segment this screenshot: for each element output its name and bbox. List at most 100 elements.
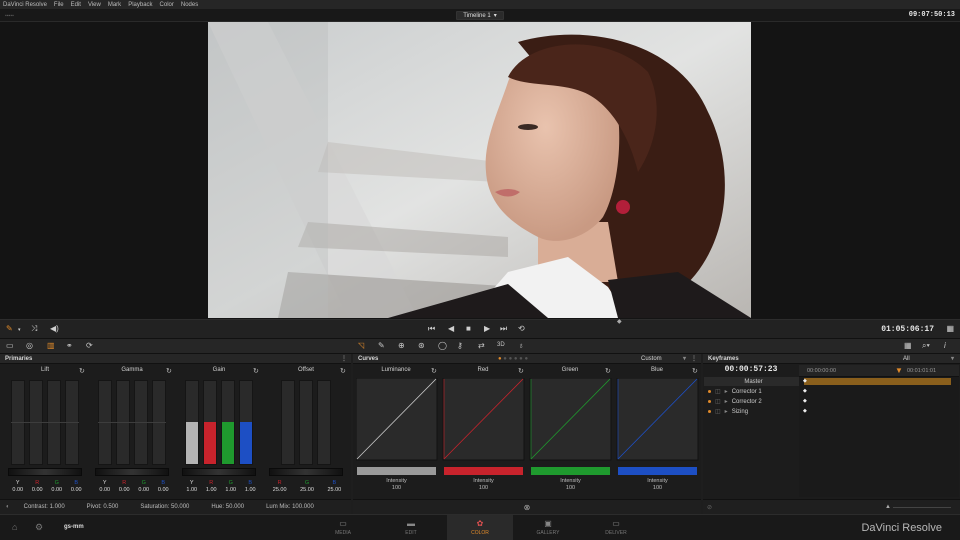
menu-edit[interactable]: Edit — [71, 2, 81, 8]
kf-row-corrector-1[interactable]: ◫ ▸ Corrector 1 — [704, 387, 799, 396]
qualifier-icon[interactable]: ✎ — [378, 341, 385, 350]
more-icon[interactable]: ⋮ — [691, 355, 697, 362]
offset-bar-b[interactable] — [317, 380, 331, 465]
speaker-icon[interactable]: ◀) — [50, 324, 59, 333]
more-icon[interactable]: ⋮ — [341, 355, 347, 362]
nav-deliver[interactable]: ▭ DELIVER — [583, 515, 649, 540]
menu-color[interactable]: Color — [160, 2, 174, 8]
expand-icon[interactable]: ▸ — [725, 408, 728, 415]
skip-forward-icon[interactable]: ⏭ — [500, 324, 507, 334]
grid-view-icon[interactable]: ▦ — [904, 341, 912, 350]
reset-gamma-icon[interactable]: ↻ — [166, 367, 172, 375]
menu-app[interactable]: DaVinci Resolve — [3, 2, 47, 8]
link-icon[interactable]: ⊗ — [524, 503, 531, 512]
nav-gallery[interactable]: ▣ GALLERY — [515, 515, 581, 540]
gear-icon[interactable]: ⚙ — [35, 522, 43, 533]
menu-nodes[interactable]: Nodes — [181, 2, 198, 8]
red-curve[interactable] — [442, 378, 525, 475]
play-icon[interactable]: ▶ — [484, 324, 490, 333]
lock-icon[interactable]: ◫ — [715, 398, 721, 405]
saturation-control[interactable]: Saturation: 50.000 — [140, 504, 189, 510]
blur-icon[interactable]: ◯ — [438, 341, 447, 350]
page-dots[interactable]: ● ● ● ● ● ● — [498, 356, 528, 362]
reset-lift-icon[interactable]: ↻ — [79, 367, 85, 375]
info-icon[interactable]: i — [944, 341, 946, 350]
tracker-icon[interactable]: ⊛ — [418, 341, 425, 350]
gain-bar-y[interactable] — [185, 380, 199, 465]
chevron-down-icon[interactable]: ▾ — [951, 355, 954, 362]
camera-icon[interactable]: ▭ — [6, 341, 14, 350]
zoom-slider-icon[interactable]: ▲ — [885, 504, 891, 510]
menu-file[interactable]: File — [54, 2, 64, 8]
playhead-marker-icon[interactable]: ◆ — [617, 318, 622, 325]
shuffle-icon[interactable]: ⤨ — [31, 324, 37, 334]
playhead-icon[interactable]: ▼ — [895, 366, 903, 375]
reset-red-icon[interactable]: ↻ — [518, 367, 524, 375]
gain-bar-b[interactable] — [239, 380, 253, 465]
keyframe-marker-corrector-2[interactable]: ◆ — [803, 398, 807, 404]
gamma-master-slider[interactable] — [95, 468, 169, 476]
kf-row-corrector-2[interactable]: ◫ ▸ Corrector 2 — [704, 397, 799, 406]
nav-media[interactable]: ▭ MEDIA — [310, 515, 376, 540]
expand-icon[interactable]: ▸ — [725, 398, 728, 405]
keyframe-marker-corrector-1[interactable]: ◆ — [803, 388, 807, 394]
nav-color[interactable]: ✿ COLOR — [447, 515, 513, 540]
chevron-down-icon[interactable]: ▾ — [683, 355, 686, 362]
expand-icon[interactable]: ▸ — [725, 388, 728, 395]
skip-back-icon[interactable]: ⏮ — [428, 324, 435, 334]
curves-mode-select[interactable]: Custom — [641, 356, 662, 362]
gain-master-slider[interactable] — [182, 468, 256, 476]
menu-playback[interactable]: Playback — [128, 2, 152, 8]
offset-bar-g[interactable] — [299, 380, 313, 465]
color-wheels-icon[interactable]: ◎ — [26, 341, 33, 350]
refresh-icon[interactable]: ⟳ — [86, 341, 93, 350]
pivot-control[interactable]: Pivot: 0.500 — [87, 504, 119, 510]
curves-icon[interactable]: ◹ — [358, 341, 364, 350]
stop-icon[interactable]: ■ — [466, 324, 471, 333]
nav-edit[interactable]: ▬ EDIT — [378, 515, 444, 540]
reset-offset-icon[interactable]: ↻ — [340, 367, 346, 375]
blue-curve[interactable] — [616, 378, 699, 475]
grid-icon[interactable]: ▦ — [946, 324, 954, 333]
offset-bar-r[interactable] — [281, 380, 295, 465]
key-icon[interactable]: ⚷ — [457, 341, 463, 350]
play-reverse-icon[interactable]: ◀ — [448, 324, 454, 333]
home-icon[interactable]: ⌂ — [12, 522, 17, 532]
keyframes-filter-select[interactable]: All — [903, 356, 910, 362]
sizing-icon[interactable]: ⇄ — [478, 341, 485, 350]
zoom-fit-icon[interactable]: ⊘ — [707, 504, 712, 511]
menu-mark[interactable]: Mark — [108, 2, 121, 8]
adjust-icon[interactable]: ◐ — [6, 504, 10, 510]
chevron-down-icon[interactable]: ▾ — [18, 327, 21, 333]
kf-row-master[interactable]: Master — [704, 377, 799, 386]
reset-green-icon[interactable]: ↻ — [605, 367, 611, 375]
contrast-control[interactable]: Contrast: 1.000 — [24, 504, 65, 510]
hue-control[interactable]: Hue: 50.000 — [211, 504, 244, 510]
gain-bar-g[interactable] — [221, 380, 235, 465]
loop-icon[interactable]: ⟲ — [518, 324, 525, 333]
reset-blue-icon[interactable]: ↻ — [692, 367, 698, 375]
motion-icon[interactable]: ⚭ — [66, 341, 73, 350]
offset-master-slider[interactable] — [269, 468, 343, 476]
keyframe-marker-master[interactable]: ◆ — [803, 378, 807, 384]
timeline-selector[interactable]: Timeline 1 ▾ — [456, 11, 504, 20]
3d-icon[interactable]: 3D — [497, 342, 505, 348]
kf-row-sizing[interactable]: ◫ ▸ Sizing — [704, 407, 799, 416]
zoom-slider[interactable] — [893, 507, 951, 508]
luminance-curve[interactable] — [356, 378, 438, 475]
window-icon[interactable]: ⊕ — [398, 341, 405, 350]
keyframe-marker-sizing[interactable]: ◆ — [803, 408, 807, 414]
lock-icon[interactable]: ◫ — [715, 408, 721, 415]
lift-master-slider[interactable] — [8, 468, 82, 476]
zoom-icon[interactable]: ⌕▾ — [922, 341, 930, 351]
keyframe-track-area[interactable] — [799, 377, 959, 497]
menu-view[interactable]: View — [88, 2, 101, 8]
lum-mix-control[interactable]: Lum Mix: 100.000 — [266, 504, 314, 510]
keyframes-ruler[interactable]: 00:00:00:00 00:01:01:01 ▼ — [799, 365, 959, 377]
green-curve[interactable] — [529, 378, 612, 475]
master-track-bar[interactable] — [804, 378, 951, 385]
lock-icon[interactable]: ◫ — [715, 388, 721, 395]
dropper-icon[interactable]: ♁ — [518, 341, 524, 350]
reset-luminance-icon[interactable]: ↻ — [431, 367, 437, 375]
primaries-bars-icon[interactable]: ▥ — [47, 341, 55, 350]
